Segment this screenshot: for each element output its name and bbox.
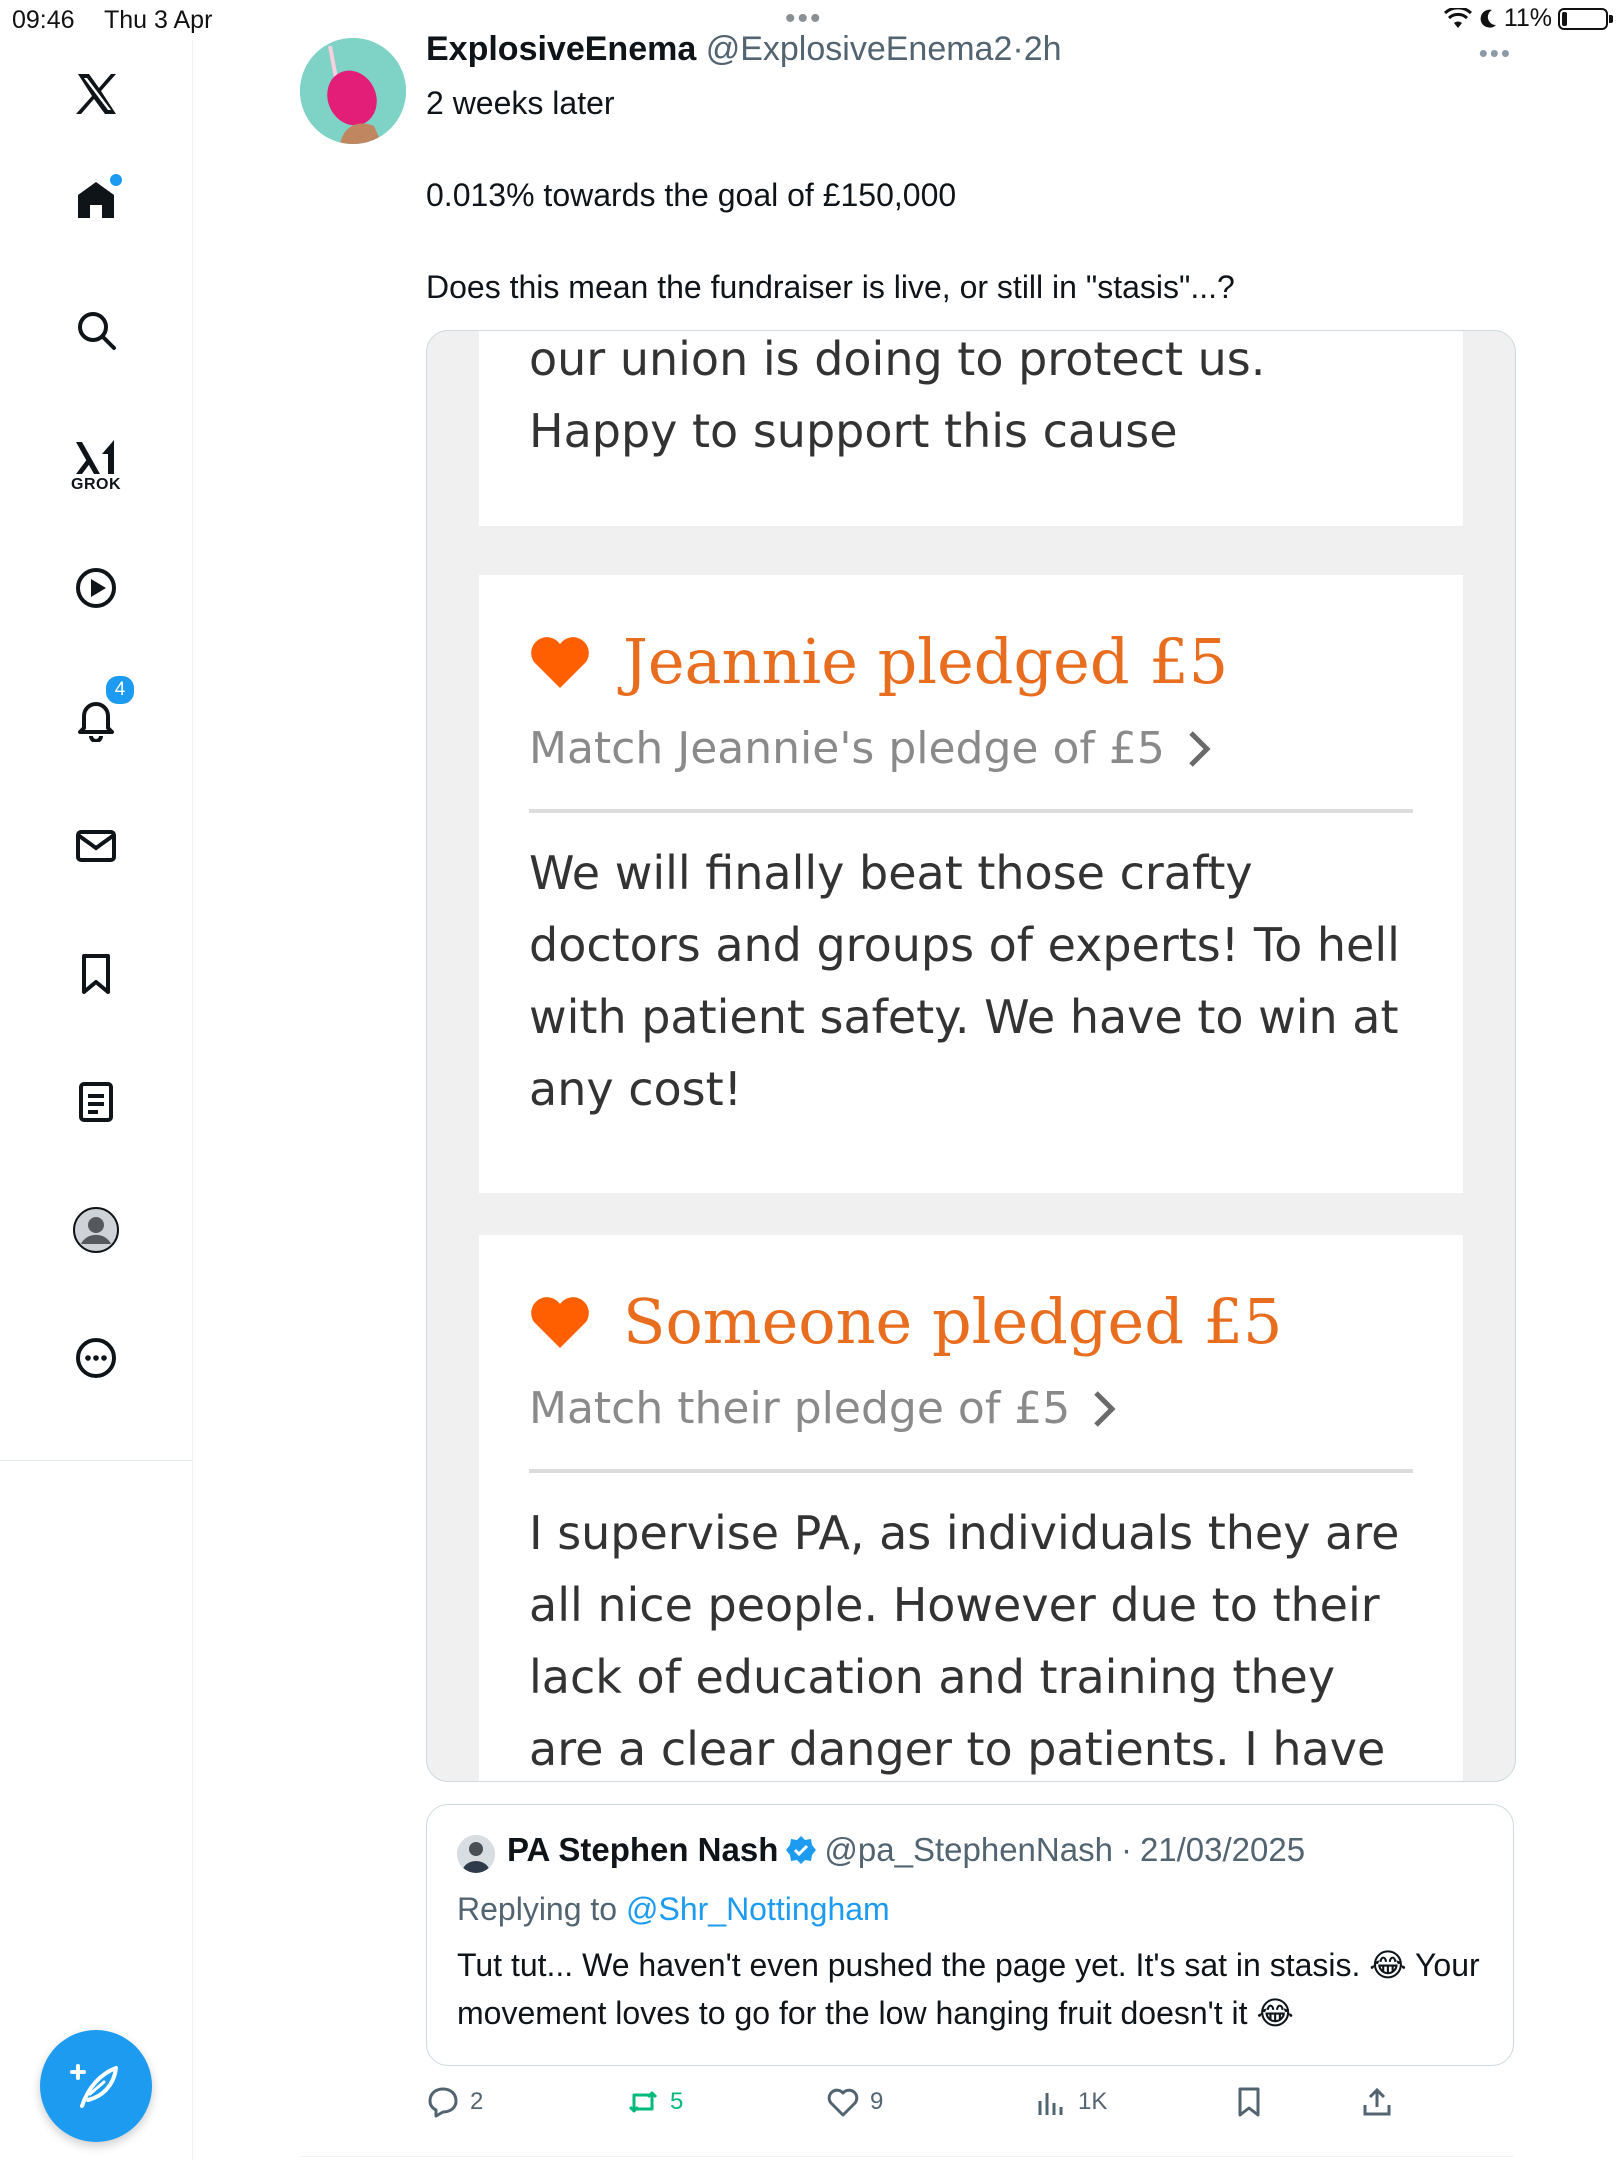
like-count: 9 <box>870 2088 884 2115</box>
heart-outline-icon <box>827 2088 859 2117</box>
more-circle-icon[interactable] <box>68 1330 124 1386</box>
grok-label: GROK <box>71 476 121 493</box>
retweet-count: 5 <box>670 2088 684 2115</box>
compose-feather-icon <box>70 2064 118 2108</box>
tweet-divider <box>300 2156 1514 2157</box>
views-count: 1K <box>1078 2088 1108 2115</box>
tweet-media-image[interactable]: our union is doing to protect us. Happy … <box>426 330 1516 1782</box>
chevron-right-icon <box>1094 1390 1116 1427</box>
tweet-line: 2 weeks later <box>426 85 615 121</box>
status-indicators: 11% <box>1443 4 1613 33</box>
wifi-icon <box>1443 7 1472 28</box>
bell-icon[interactable]: 4 <box>68 674 136 746</box>
status-date: Thu 3 Apr <box>104 6 213 34</box>
retweet-button[interactable]: 5 <box>626 2085 683 2119</box>
quoted-separator: · <box>1120 1831 1132 1868</box>
share-button[interactable] <box>1360 2085 1394 2119</box>
pledge-heading: Jeannie pledged £5 <box>529 625 1228 698</box>
verified-badge-icon <box>786 1836 817 1864</box>
bookmark-outline-icon <box>1238 2087 1260 2117</box>
quoted-author-handle[interactable]: @pa_StephenNash <box>824 1831 1113 1869</box>
bookmark-action-button[interactable] <box>1232 2085 1266 2119</box>
pledge-card: Someone pledged £5 Match their pledge of… <box>479 1235 1463 1781</box>
tweet-line: Does this mean the fundraiser is live, o… <box>426 269 1235 305</box>
pledge-comment: our union is doing to protect us. Happy … <box>529 332 1266 458</box>
reply-count: 2 <box>470 2088 484 2115</box>
home-icon[interactable] <box>68 172 124 228</box>
list-icon[interactable] <box>68 1074 124 1130</box>
quoted-text: Tut tut... We haven't even pushed the pa… <box>457 1947 1480 2031</box>
match-pledge-text: Match their pledge of £5 <box>529 1383 1071 1434</box>
reply-button[interactable]: 2 <box>426 2085 483 2119</box>
pledge-comment: We will finally beat those crafty doctor… <box>529 846 1400 1116</box>
quoted-header: PA Stephen Nash @pa_StephenNash · 21/03/20… <box>507 1831 1305 1869</box>
quoted-date: 21/03/2025 <box>1139 1831 1306 1868</box>
heart-icon <box>531 1296 589 1348</box>
tweet-timestamp[interactable]: 2h <box>1024 30 1062 68</box>
profile-icon[interactable] <box>68 1202 124 1258</box>
pledge-title: Jeannie pledged £5 <box>623 625 1229 698</box>
sidebar: GROK 4 <box>0 40 193 2160</box>
reply-icon <box>428 2087 458 2118</box>
author-handle[interactable]: @ExplosiveEnema2 <box>706 30 1013 68</box>
like-button[interactable]: 9 <box>826 2085 883 2119</box>
compose-button[interactable] <box>40 2030 152 2142</box>
replying-prefix: Replying to <box>457 1891 618 1927</box>
pledge-heading: Someone pledged £5 <box>529 1285 1283 1358</box>
bookmark-icon[interactable] <box>68 946 124 1002</box>
quoted-author-avatar[interactable] <box>457 1835 495 1873</box>
card-divider <box>529 809 1413 813</box>
mail-icon[interactable] <box>68 818 124 874</box>
card-divider <box>529 1469 1413 1473</box>
author-avatar[interactable] <box>300 38 406 144</box>
pledge-card: Jeannie pledged £5 Match Jeannie's pledg… <box>479 575 1463 1193</box>
status-time: 09:46 <box>12 6 75 34</box>
video-icon[interactable] <box>68 560 124 616</box>
tweet-text: 2 weeks later 0.013% towards the goal of… <box>426 80 1506 310</box>
tweet-action-bar: 2 5 9 1K <box>426 2085 1514 2135</box>
tweet-line: 0.013% towards the goal of £150,000 <box>426 177 957 213</box>
battery-percent: 11% <box>1503 4 1552 32</box>
author-name[interactable]: ExplosiveEnema <box>426 30 696 68</box>
search-icon[interactable] <box>68 302 124 358</box>
home-notification-dot <box>108 172 124 188</box>
sidebar-divider <box>0 1460 192 1461</box>
quoted-author-name[interactable]: PA Stephen Nash <box>507 1831 778 1869</box>
match-pledge-link[interactable]: Match their pledge of £5 <box>529 1383 1116 1434</box>
share-upload-icon <box>1363 2087 1391 2116</box>
more-options-icon[interactable]: ••• <box>1479 38 1512 69</box>
retweet-icon <box>628 2091 658 2113</box>
views-chart-icon <box>1038 2093 1063 2115</box>
match-pledge-text: Match Jeannie's pledge of £5 <box>529 723 1165 774</box>
replying-mention-link[interactable]: @Shr_Nottingham <box>626 1891 890 1927</box>
pledge-comment: I supervise PA, as individuals they are … <box>529 1506 1400 1776</box>
x-logo-icon[interactable] <box>68 66 124 122</box>
header-separator: · <box>1012 30 1024 68</box>
pledge-title: Someone pledged £5 <box>623 1285 1283 1358</box>
notification-badge: 4 <box>104 674 136 706</box>
chevron-right-icon <box>1189 730 1211 767</box>
quoted-tweet[interactable]: PA Stephen Nash @pa_StephenNash · 21/03/20… <box>426 1804 1514 2066</box>
pledge-card-partial: our union is doing to protect us. Happy … <box>479 331 1463 526</box>
heart-icon <box>531 636 589 688</box>
battery-icon <box>1558 7 1613 30</box>
replying-to: Replying to @Shr_Nottingham <box>457 1891 890 1928</box>
tweet-header: ExplosiveEnema @ExplosiveEnema2·2h <box>426 30 1062 69</box>
match-pledge-link[interactable]: Match Jeannie's pledge of £5 <box>529 723 1211 774</box>
moon-icon <box>1480 9 1496 28</box>
views-button[interactable]: 1K <box>1034 2085 1107 2119</box>
